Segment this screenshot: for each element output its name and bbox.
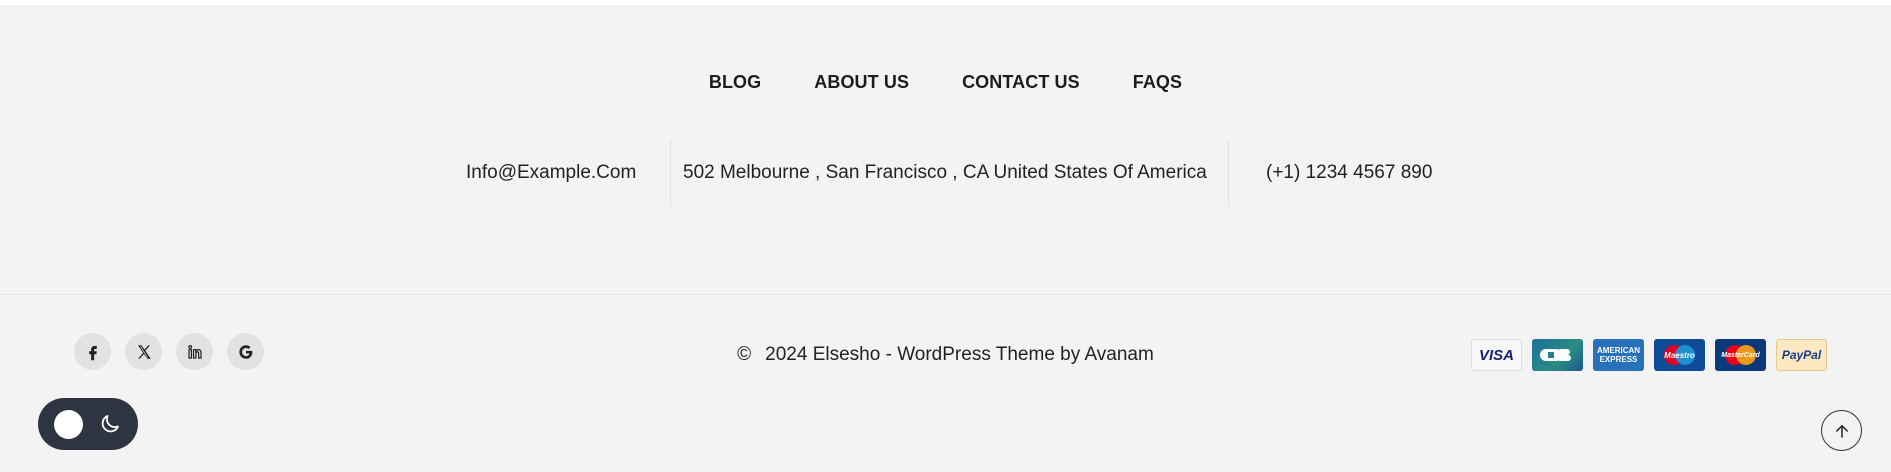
footer-nav: BLOG ABOUT US CONTACT US FAQS (0, 72, 1891, 93)
paypal-card-icon: PayPal (1776, 339, 1827, 371)
contact-info: Info@Example.Com 502 Melbourne , San Fra… (0, 139, 1891, 206)
copyright-label: 2024 Elsesho - WordPress Theme by Avanam (765, 344, 1154, 365)
visa-card-icon: VISA (1471, 339, 1522, 371)
amex-label-line2: EXPRESS (1599, 355, 1638, 364)
mastercard-label: MasterCard (1721, 351, 1760, 359)
toggle-knob (54, 410, 83, 439)
contact-divider (670, 139, 671, 206)
cb-card-icon (1532, 339, 1583, 371)
footer-divider (0, 294, 1891, 295)
nav-link-faqs[interactable]: FAQS (1133, 72, 1182, 93)
contact-address: 502 Melbourne , San Francisco , CA Unite… (683, 161, 1207, 183)
payment-methods: VISA AMERICAN EXPRESS Maestro MasterCard… (1471, 339, 1827, 371)
maestro-label: Maestro (1664, 350, 1695, 360)
amex-label-line1: AMERICAN (1596, 346, 1641, 355)
visa-label: VISA (1478, 346, 1514, 364)
nav-link-blog[interactable]: BLOG (709, 72, 761, 93)
arrow-up-icon (1835, 424, 1848, 438)
american-express-card-icon: AMERICAN EXPRESS (1593, 339, 1644, 371)
contact-divider (1228, 139, 1229, 206)
scroll-to-top-button[interactable] (1821, 410, 1862, 451)
paypal-label: PayPal (1781, 348, 1822, 362)
site-footer: BLOG ABOUT US CONTACT US FAQS Info@Examp… (0, 5, 1891, 472)
moon-icon (101, 415, 119, 433)
contact-email[interactable]: Info@Example.Com (466, 139, 636, 206)
mastercard-card-icon: MasterCard (1715, 339, 1766, 371)
copyright-symbol: © (737, 344, 752, 365)
cb-logo-icon (1540, 349, 1571, 361)
nav-link-about-us[interactable]: ABOUT US (814, 72, 909, 93)
nav-link-contact-us[interactable]: CONTACT US (962, 72, 1080, 93)
maestro-card-icon: Maestro (1654, 339, 1705, 371)
theme-toggle[interactable] (38, 398, 138, 450)
contact-phone[interactable]: (+1) 1234 4567 890 (1266, 139, 1432, 206)
